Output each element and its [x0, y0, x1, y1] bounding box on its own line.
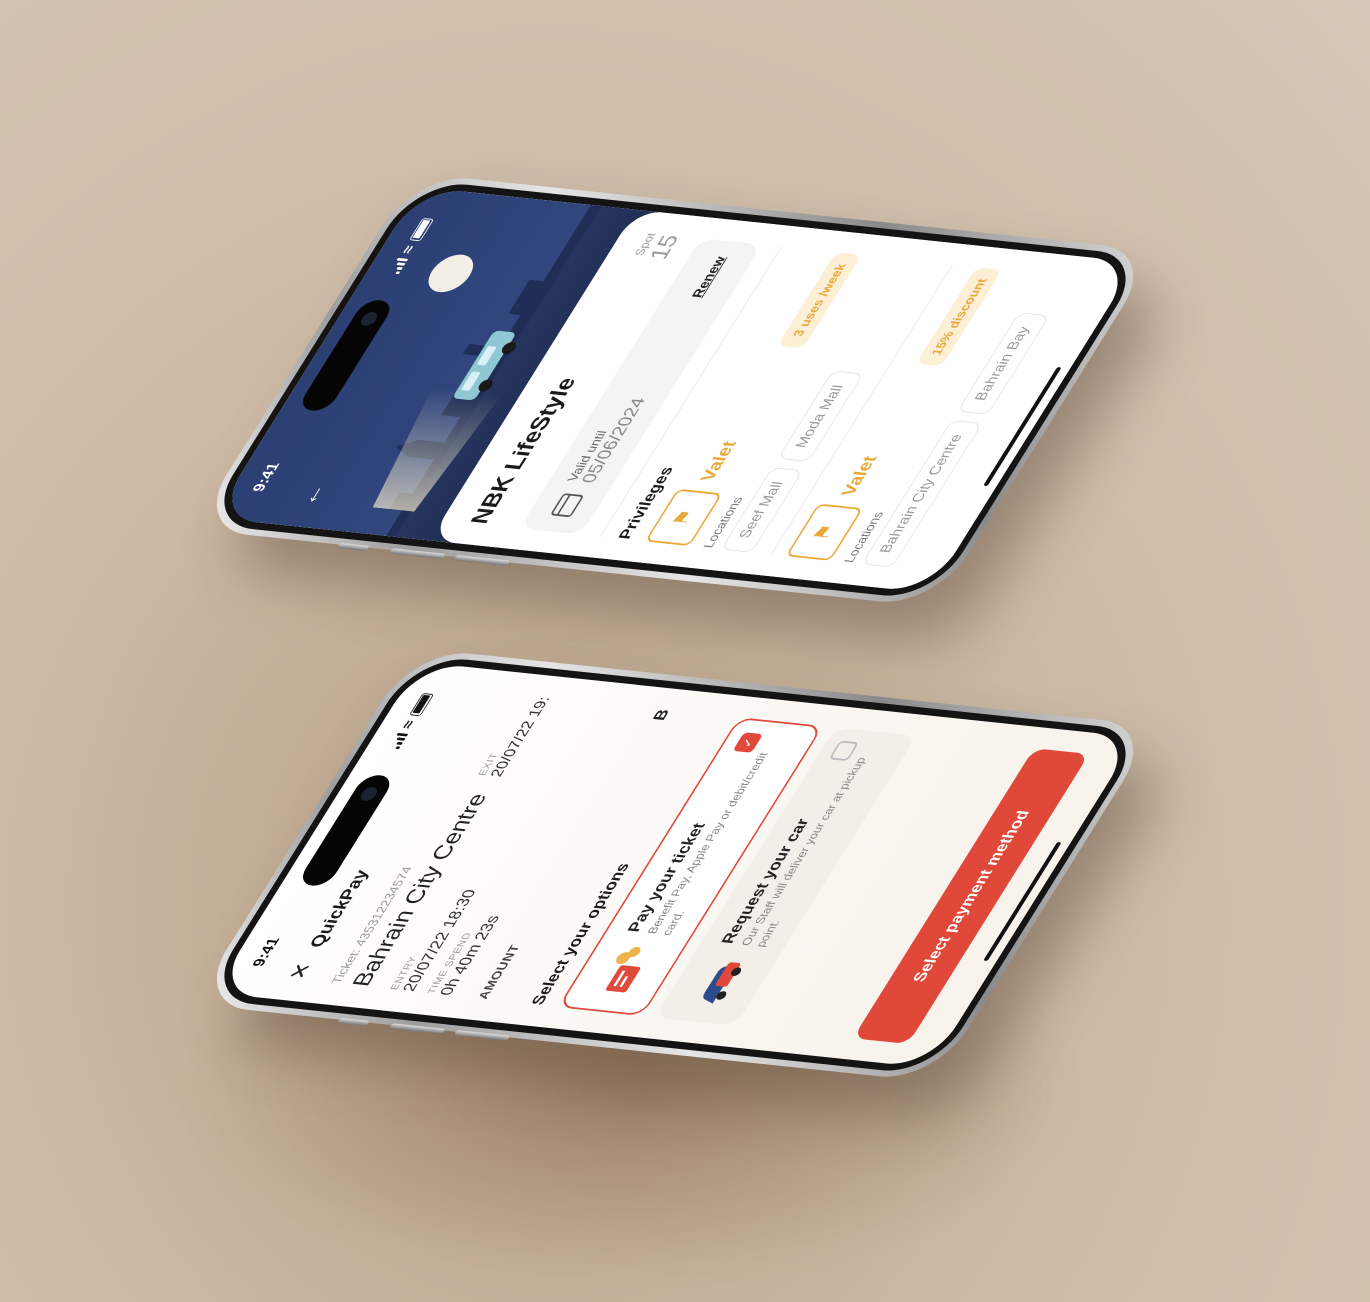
wifi-icon: ≈: [397, 244, 419, 255]
privilege-name: Valet: [696, 440, 741, 482]
phone-frame: 9:41 ≈ ← NBK LifeStyle Spot 15 Valid unt…: [192, 172, 1158, 608]
signal-icon: [388, 733, 409, 750]
amount-value: B: [649, 708, 674, 722]
lifestyle-screen: 9:41 ≈ ← NBK LifeStyle Spot 15 Valid unt…: [213, 186, 1137, 594]
ticket-coins-icon: [605, 946, 641, 993]
renew-link[interactable]: Renew: [689, 256, 729, 299]
phone-lifestyle: 9:41 ≈ ← NBK LifeStyle Spot 15 Valid unt…: [192, 172, 1158, 608]
status-time: 9:41: [248, 461, 284, 493]
amount-label: AMOUNT: [474, 943, 523, 1000]
status-time: 9:41: [248, 936, 284, 968]
volume-down-button: [453, 555, 511, 566]
close-icon[interactable]: ✕: [283, 961, 319, 981]
signal-icon: [388, 258, 409, 275]
privilege-name: Valet: [837, 455, 881, 497]
volume-up-button: [388, 548, 446, 559]
wifi-icon: ≈: [397, 719, 419, 730]
battery-icon: [408, 217, 434, 242]
discount-badge: 15% discount: [915, 267, 1003, 367]
car-icon: [703, 962, 741, 1004]
spot-info: Spot 15: [630, 232, 685, 261]
battery-icon: [408, 692, 434, 717]
mute-switch: [337, 542, 370, 551]
calendar-icon: [549, 493, 584, 518]
